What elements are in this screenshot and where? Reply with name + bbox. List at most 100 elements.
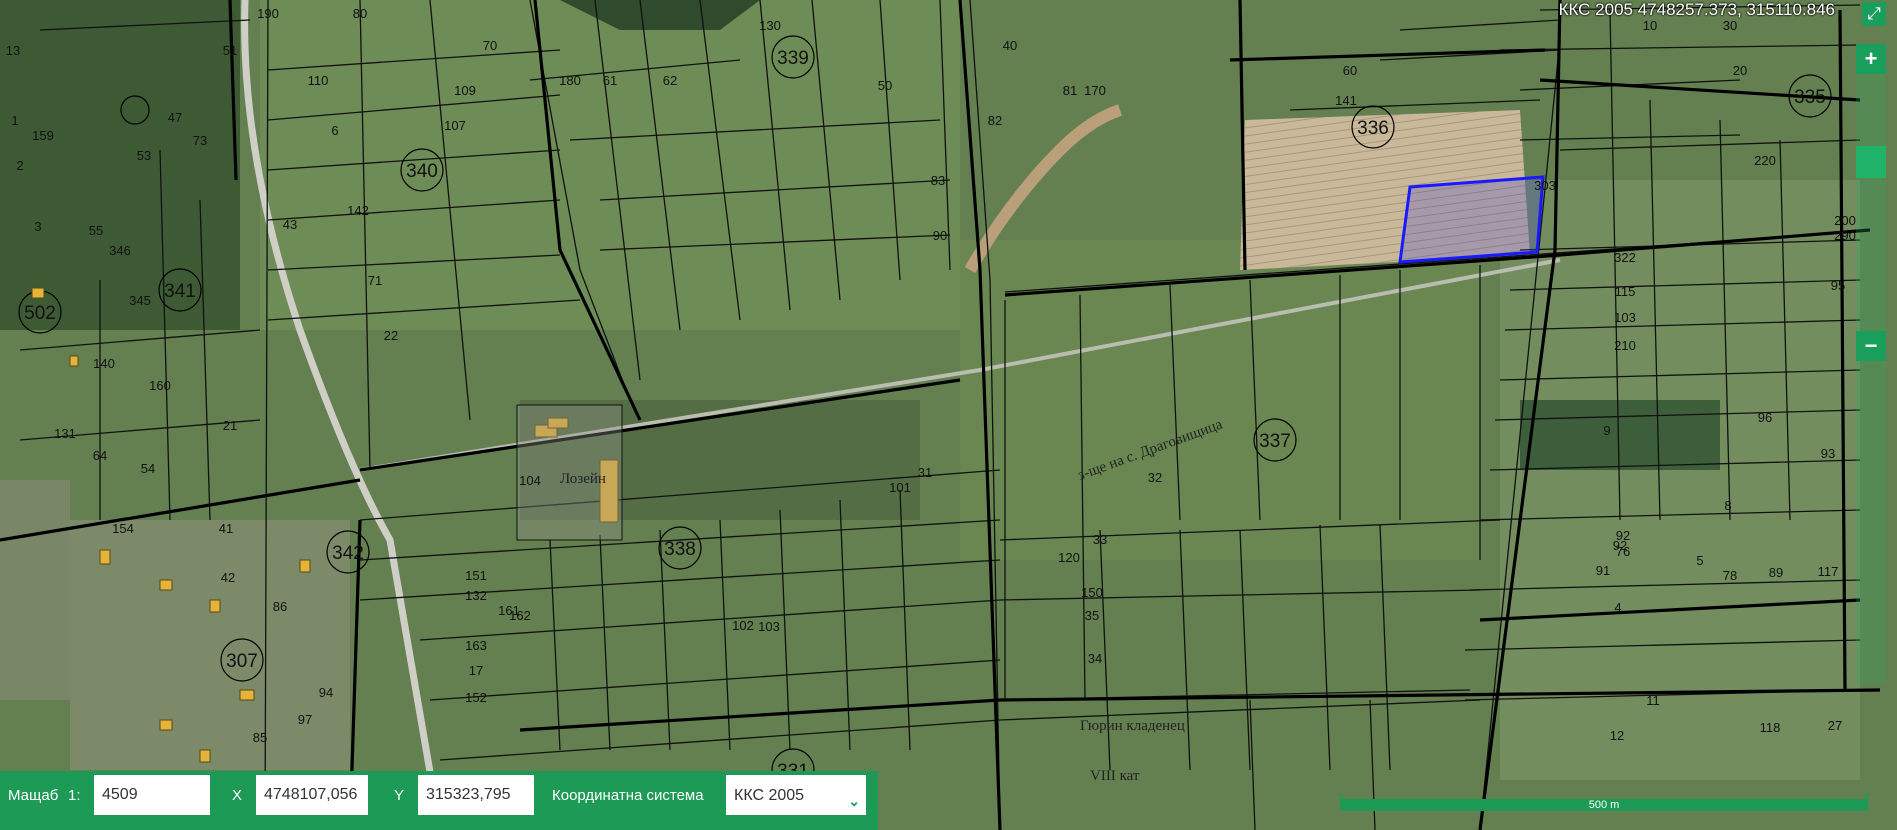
parcel-number: 346: [109, 243, 131, 258]
parcel-number: 91: [1596, 563, 1610, 578]
parcel-number: 1: [11, 113, 18, 128]
parcel-number: 101: [889, 480, 911, 495]
parcel-number: 190: [257, 6, 279, 21]
parcel-number: 131: [54, 426, 76, 441]
scale-bar: 500 m: [1340, 799, 1868, 811]
parcel-number: 103: [758, 619, 780, 634]
parcel-number: 142: [347, 203, 369, 218]
zoom-slider-track[interactable]: [1856, 44, 1886, 684]
coordinate-toolbar: Мащаб 1: X Y Координатна система ККС 200…: [0, 771, 878, 830]
parcel-number: 102: [732, 618, 754, 633]
parcel-number: 303: [1534, 178, 1556, 193]
parcel-number: 97: [298, 712, 312, 727]
block-number: 339: [777, 48, 809, 69]
parcel-number: 61: [603, 73, 617, 88]
parcel-number: 2: [16, 158, 23, 173]
parcel-number: 20: [1733, 63, 1747, 78]
parcel-number: 10: [1643, 18, 1657, 33]
parcel-number: 32: [1148, 470, 1162, 485]
parcel-number: 220: [1754, 153, 1776, 168]
scale-prefix: 1:: [68, 787, 81, 804]
x-label: X: [232, 787, 243, 804]
scale-label: Мащаб: [8, 787, 59, 804]
y-coordinate-input[interactable]: [418, 775, 534, 815]
zoom-in-button[interactable]: +: [1856, 44, 1886, 74]
parcel-number: 81: [1063, 83, 1077, 98]
coordinate-system-label: Координатна система: [552, 787, 704, 804]
parcel-number: 82: [988, 113, 1002, 128]
parcel-number: 53: [137, 148, 151, 163]
parcel-number: 163: [465, 638, 487, 653]
parcel-number: 130: [759, 18, 781, 33]
parcel-number: 3: [34, 219, 41, 234]
parcel-number: 22: [384, 328, 398, 343]
zoom-slider-handle[interactable]: [1856, 146, 1886, 178]
parcel-number: 109: [454, 83, 476, 98]
field-area-dark: [1520, 400, 1720, 470]
parcel-number: 162: [509, 608, 531, 623]
parcel-number: 33: [1093, 532, 1107, 547]
parcel-number: 132: [465, 588, 487, 603]
parcel-number: 30: [1723, 18, 1737, 33]
parcel-number: 180: [559, 73, 581, 88]
block-number: 337: [1259, 431, 1291, 452]
parcel-number: 141: [1335, 93, 1357, 108]
parcel-number: 54: [141, 461, 155, 476]
parcel-number: 345: [129, 293, 151, 308]
coordinate-system-value: ККС 2005: [734, 787, 805, 804]
parcel-number: 86: [273, 599, 287, 614]
parcel-number: 60: [1343, 63, 1357, 78]
parcel-number: 150: [1081, 585, 1103, 600]
parcel-number: 13: [6, 43, 20, 58]
block-number: 341: [164, 281, 196, 302]
x-coordinate-input[interactable]: [256, 775, 368, 815]
zoom-out-button[interactable]: −: [1856, 331, 1886, 361]
parcel-number: 43: [283, 217, 297, 232]
fullscreen-icon[interactable]: ⤢: [1862, 2, 1886, 26]
parcel-number: 110: [308, 73, 329, 88]
scale-bar-tick: [1866, 793, 1868, 811]
village-area: [70, 520, 350, 770]
block-number: 342: [332, 543, 364, 564]
parcel-number: 115: [1615, 284, 1636, 299]
parcel-number: 47: [168, 110, 182, 125]
parcel-number: 290: [1834, 228, 1856, 243]
parcel-number: 50: [878, 78, 892, 93]
block-number: 336: [1357, 118, 1389, 139]
cursor-coordinate-readout: ККС 2005 4748257.373, 315110.846: [1558, 0, 1835, 19]
parcel-number: 170: [1084, 83, 1106, 98]
parcel-number: 200: [1834, 213, 1856, 228]
parcel-number: 154: [112, 521, 134, 536]
parcel-number: 118: [1760, 720, 1781, 735]
parcel-number: 35: [1085, 608, 1099, 623]
parcel-number: 73: [193, 133, 207, 148]
parcel-number: 42: [221, 570, 235, 585]
parcel-number: 104: [519, 473, 541, 488]
parcel-number: 12: [1610, 728, 1624, 743]
parcel-number: 40: [1003, 38, 1017, 53]
parcel-number: 152: [465, 690, 487, 705]
parcel-number: 117: [1818, 564, 1839, 579]
chevron-down-icon: ⌄: [848, 793, 860, 809]
parcel-number: 4: [1614, 600, 1621, 615]
y-label: Y: [394, 787, 405, 804]
cadastral-map[interactable]: 339 340 341 342 336 335 337 338 307 331 …: [0, 0, 1897, 830]
scale-input[interactable]: [94, 775, 210, 815]
selected-parcel[interactable]: [1398, 175, 1545, 264]
coordinate-system-select[interactable]: ККС 2005 ⌄: [726, 775, 866, 815]
parcel-number: 62: [663, 73, 677, 88]
parcel-number: 103: [1614, 310, 1636, 325]
parcel-number: 80: [353, 6, 367, 21]
village-area: [0, 480, 70, 700]
parcel-number: 55: [89, 223, 103, 238]
parcel-number: 31: [918, 465, 932, 480]
parcel-number: 151: [465, 568, 487, 583]
block-number: 340: [406, 161, 438, 182]
block-number: 307: [226, 651, 258, 672]
parcel-number: 140: [93, 356, 115, 371]
block-number: 502: [24, 303, 56, 324]
parcel-number: 85: [253, 730, 267, 745]
parcel-number: 70: [483, 38, 497, 53]
parcel-number: 9: [1603, 423, 1610, 438]
parcel-number: 34: [1088, 651, 1102, 666]
